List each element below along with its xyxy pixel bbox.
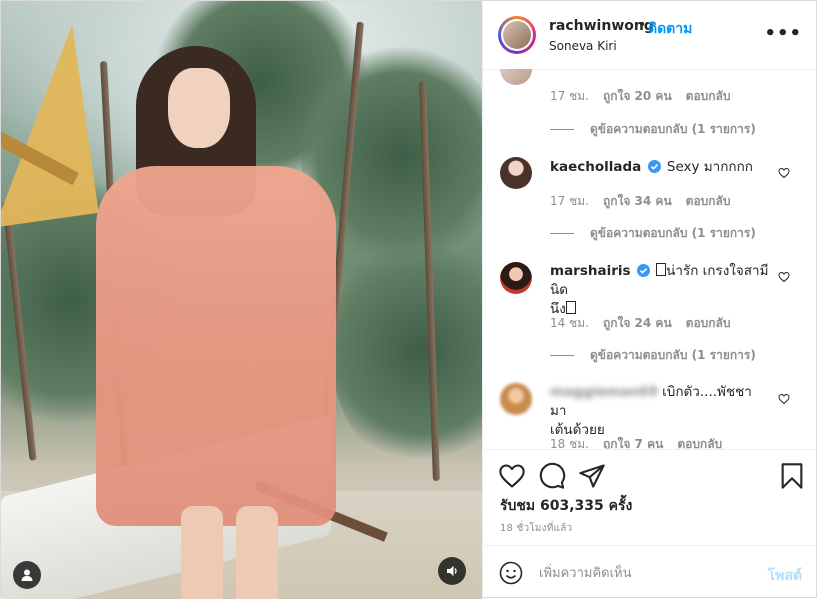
view-replies-button[interactable]: ดูข้อความตอบกลับ (1 รายการ) (550, 346, 756, 365)
speaker-icon (447, 566, 457, 576)
replies-line (550, 355, 574, 356)
palm-foliage (331, 231, 482, 471)
comment-likes[interactable]: ถูกใจ 34 คน (603, 192, 672, 211)
reply-button[interactable]: ตอบกลับ (677, 435, 722, 449)
view-replies-label: ดูข้อความตอบกลับ (1 รายการ) (590, 122, 756, 136)
comment-time[interactable]: 17 ชม. (550, 87, 589, 106)
missing-glyph-icon (565, 301, 576, 314)
comment-composer: โพสต์ (483, 545, 817, 600)
view-count-number: 603,335 (540, 498, 604, 514)
person-figure (96, 46, 346, 599)
like-heart-icon[interactable] (498, 462, 526, 490)
commenter-username[interactable]: marshairis (550, 263, 631, 279)
replies-line (550, 233, 574, 234)
post-header: rachwinwong • ติดตาม Soneva Kiri ••• (483, 1, 816, 70)
user-icon (21, 569, 33, 581)
post-comment-button[interactable]: โพสต์ (768, 565, 802, 587)
avatar-photo (503, 21, 531, 49)
post-timestamp[interactable]: 18 ชั่วโมงที่แล้ว (500, 521, 572, 536)
commenter-username[interactable]: maggieman69 (550, 384, 658, 400)
person-face (168, 68, 230, 148)
view-count[interactable]: รับชม 603,335 ครั้ง (500, 495, 632, 517)
comment-likes[interactable]: ถูกใจ 20 คน (603, 87, 672, 106)
commenter-avatar[interactable] (500, 69, 532, 85)
view-replies-label: ดูข้อความตอบกลับ (1 รายการ) (590, 348, 756, 362)
person-leg (236, 506, 278, 599)
follow-button[interactable]: ติดตาม (648, 18, 692, 40)
author-avatar[interactable] (498, 16, 536, 54)
share-send-icon[interactable] (578, 462, 606, 490)
reply-button[interactable]: ตอบกลับ (686, 87, 731, 106)
comment-time[interactable]: 14 ชม. (550, 314, 589, 333)
commenter-avatar[interactable] (500, 157, 532, 189)
view-count-label: รับชม (500, 498, 536, 514)
like-comment-heart-icon[interactable] (778, 271, 790, 283)
comment-meta: 14 ชม. ถูกใจ 24 คน ตอบกลับ (550, 314, 731, 333)
tagged-user-button[interactable] (13, 561, 41, 589)
missing-glyph-icon (656, 263, 667, 276)
like-comment-heart-icon[interactable] (778, 393, 790, 405)
comment-meta: 17 ชม. ถูกใจ 20 คน ตอบกลับ (550, 87, 731, 106)
comment-meta: 18 ชม. ถูกใจ 7 คน ตอบกลับ (550, 435, 722, 449)
more-options-icon[interactable]: ••• (764, 23, 802, 44)
reply-button[interactable]: ตอบกลับ (686, 314, 731, 333)
header-separator: • (638, 17, 647, 33)
post-dialog: rachwinwong • ติดตาม Soneva Kiri ••• 17 … (0, 0, 817, 600)
commenter-avatar[interactable] (500, 262, 532, 294)
comments-list[interactable]: 17 ชม. ถูกใจ 20 คน ตอบกลับ ดูข้อความตอบก… (483, 69, 817, 449)
sound-toggle-button[interactable] (438, 557, 466, 585)
post-side-panel: rachwinwong • ติดตาม Soneva Kiri ••• 17 … (482, 1, 817, 600)
post-location[interactable]: Soneva Kiri (549, 39, 617, 53)
view-replies-button[interactable]: ดูข้อความตอบกลับ (1 รายการ) (550, 224, 756, 243)
comment-meta: 17 ชม. ถูกใจ 34 คน ตอบกลับ (550, 192, 731, 211)
comment-likes[interactable]: ถูกใจ 7 คน (603, 435, 663, 449)
commenter-avatar[interactable] (500, 383, 532, 415)
comment-bubble-icon[interactable] (538, 462, 566, 490)
comment-time[interactable]: 18 ชม. (550, 435, 589, 449)
comment-text: kaechollada Sexy มากกกก (550, 158, 770, 177)
comment-time[interactable]: 17 ชม. (550, 192, 589, 211)
comment-text: maggieman69 เบิกตัว....พัชชา มา เต้นด้วย… (550, 383, 770, 440)
person-leg (181, 506, 223, 599)
view-count-suffix: ครั้ง (608, 498, 633, 514)
save-bookmark-icon[interactable] (778, 462, 806, 490)
person-shirt (96, 166, 336, 526)
post-video[interactable] (1, 1, 482, 599)
comment-input[interactable] (539, 562, 749, 584)
view-replies-button[interactable]: ดูข้อความตอบกลับ (1 รายการ) (550, 120, 756, 139)
verified-badge-icon (647, 160, 661, 173)
comment-text: marshairis น่ารัก เกรงใจสามีนิด นึง (550, 262, 770, 319)
like-comment-heart-icon[interactable] (778, 167, 790, 179)
emoji-smiley-icon[interactable] (499, 561, 523, 585)
replies-line (550, 129, 574, 130)
reply-button[interactable]: ตอบกลับ (686, 192, 731, 211)
comment-body: Sexy มากกกก (666, 159, 753, 175)
commenter-username[interactable]: kaechollada (550, 159, 641, 175)
verified-badge-icon (636, 264, 650, 277)
view-replies-label: ดูข้อความตอบกลับ (1 รายการ) (590, 226, 756, 240)
comment-likes[interactable]: ถูกใจ 24 คน (603, 314, 672, 333)
